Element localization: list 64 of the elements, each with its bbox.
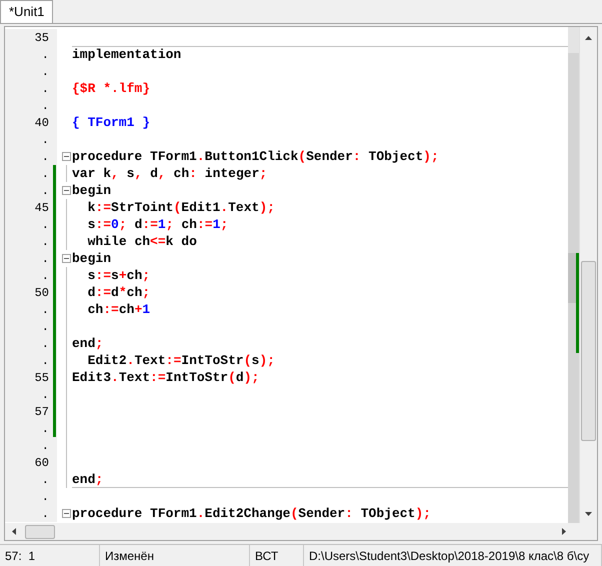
code-line: s:=s+ch; — [86, 269, 150, 282]
code-line: s:=0; d:=1; ch:=1; — [86, 218, 228, 231]
code-line: end; — [72, 473, 104, 486]
collapse-icon[interactable] — [62, 186, 71, 195]
code-line: procedure TForm1.Button1Click(Sender: TObject); — [72, 150, 439, 163]
collapse-icon[interactable] — [62, 509, 71, 518]
line-number: . — [42, 234, 49, 250]
line-number: . — [42, 64, 49, 80]
scroll-thumb[interactable] — [25, 524, 55, 538]
line-number: . — [42, 302, 49, 318]
line-number: . — [42, 182, 49, 200]
line-number: . — [42, 216, 49, 234]
code-line: ch:=ch+1 — [86, 303, 150, 316]
collapse-icon[interactable] — [62, 152, 71, 161]
code-line: procedure TForm1.Edit2Change(Sender: TObject); — [72, 507, 431, 520]
collapse-icon[interactable] — [62, 254, 71, 263]
scroll-thumb[interactable] — [581, 261, 596, 441]
line-number: . — [42, 336, 49, 352]
line-number: . — [42, 46, 49, 64]
line-number: . — [42, 438, 49, 454]
code-line: end; — [72, 337, 104, 350]
scroll-up-icon[interactable] — [584, 35, 593, 41]
line-number: 45 — [34, 200, 49, 216]
code-line: begin — [72, 252, 112, 265]
code-line: implementation — [72, 48, 182, 61]
code-line: Edit3.Text:=IntToStr(d); — [72, 371, 260, 384]
line-number: . — [42, 80, 49, 98]
line-number: 60 — [34, 454, 49, 472]
code-line: k:=StrToint(Edit1.Text); — [86, 201, 275, 214]
line-number: . — [42, 132, 49, 148]
line-number: 40 — [34, 114, 49, 132]
vertical-scrollbar[interactable] — [579, 27, 597, 523]
status-text: 57: 1 — [5, 548, 36, 564]
code-line: { TForm1 } — [72, 116, 150, 129]
line-number: . — [42, 268, 49, 284]
line-number: 57 — [34, 404, 49, 420]
editor-tab[interactable]: *Unit1 — [0, 0, 54, 23]
line-number: . — [42, 420, 49, 438]
line-number: . — [42, 98, 49, 114]
code-line: {$R *.lfm} — [72, 82, 150, 95]
line-number: . — [42, 506, 49, 522]
code-line: while ch<=k do — [86, 235, 197, 248]
line-number: . — [42, 166, 49, 182]
scroll-right-icon[interactable] — [561, 527, 567, 536]
scroll-down-icon[interactable] — [584, 511, 593, 517]
code-line: var k, s, d, ch: integer; — [72, 167, 268, 180]
line-number: . — [42, 148, 49, 166]
line-number: 35 — [34, 30, 49, 46]
horizontal-scrollbar[interactable] — [5, 523, 597, 540]
code-line: d:=d*ch; — [86, 286, 150, 299]
status-text: D:\Users\Student3\Desktop\2018-2019\8 клас\8 б\су — [309, 548, 590, 564]
code-line: Edit2.Text:=IntToStr(s); — [86, 354, 275, 367]
line-number: 50 — [34, 284, 49, 302]
line-number: . — [42, 352, 49, 370]
line-number: 55 — [34, 370, 49, 386]
line-number: . — [42, 488, 49, 506]
line-number: . — [42, 472, 49, 488]
status-text: ВСТ — [255, 548, 278, 564]
status-text: Изменён — [105, 548, 154, 564]
code-line: begin — [72, 184, 112, 197]
scroll-left-icon[interactable] — [11, 527, 17, 536]
line-number: . — [42, 318, 49, 336]
line-number: . — [42, 250, 49, 268]
line-number: . — [42, 386, 49, 404]
